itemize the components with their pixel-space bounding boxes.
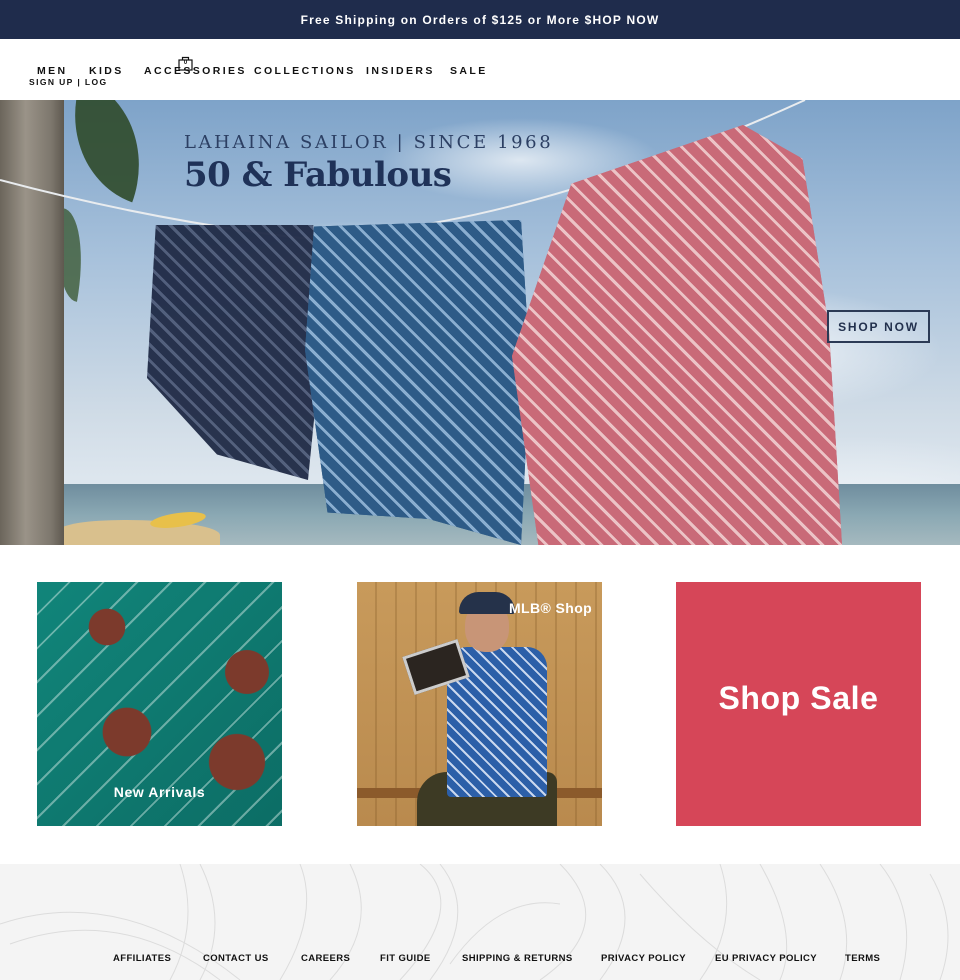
- hero-heading: 50 & Fabulous: [184, 155, 452, 195]
- model-image: [357, 592, 602, 826]
- footer-link-fit-guide[interactable]: FIT GUIDE: [380, 953, 431, 964]
- hero-title-block: LAHAINA SAILOR | SINCE 1968 50 & Fabulou…: [184, 132, 553, 195]
- site-footer: AFFILIATES CONTACT US CAREERS FIT GUIDE …: [0, 864, 960, 980]
- nav-item-collections[interactable]: COLLECTIONS: [254, 65, 356, 77]
- account-separator: |: [77, 77, 82, 87]
- tile-new-arrivals[interactable]: New Arrivals: [37, 582, 282, 826]
- tile-label: MLB® Shop: [509, 600, 593, 616]
- footer-link-privacy-policy[interactable]: PRIVACY POLICY: [601, 953, 686, 964]
- cart-count: 0: [183, 60, 188, 66]
- tile-shop-sale[interactable]: Shop Sale: [676, 582, 921, 826]
- hero-kicker: LAHAINA SAILOR | SINCE 1968: [184, 132, 554, 153]
- nav-item-men[interactable]: MEN: [37, 65, 68, 77]
- hero-shop-now-button[interactable]: SHOP NOW: [827, 310, 930, 343]
- site-header: SIGN UP | LOG IN MEN KIDS ACCESSORIES CO…: [0, 39, 960, 132]
- tile-mlb-shop[interactable]: MLB® Shop: [357, 582, 602, 826]
- nav-item-accessories[interactable]: ACCESSORIES: [144, 65, 247, 77]
- tile-label: Shop Sale: [718, 680, 879, 716]
- nav-item-insiders[interactable]: INSIDERS: [366, 65, 435, 77]
- footer-link-careers[interactable]: CAREERS: [301, 953, 350, 964]
- footer-link-affiliates[interactable]: AFFILIATES: [113, 953, 171, 964]
- cart-button[interactable]: 0: [178, 55, 193, 71]
- model-cap: [459, 592, 515, 614]
- announcement-text[interactable]: Free Shipping on Orders of $125 or More …: [301, 13, 660, 27]
- nav-item-kids[interactable]: KIDS: [89, 65, 124, 77]
- hero-banner[interactable]: LAHAINA SAILOR | SINCE 1968 50 & Fabulou…: [0, 100, 960, 545]
- footer-nav: AFFILIATES CONTACT US CAREERS FIT GUIDE …: [0, 953, 960, 967]
- blue-shirt-image: [305, 220, 530, 545]
- tile-label: New Arrivals: [113, 784, 206, 800]
- announcement-bar[interactable]: Free Shipping on Orders of $125 or More …: [0, 0, 960, 39]
- nav-item-sale[interactable]: SALE: [450, 65, 488, 77]
- footer-link-terms[interactable]: TERMS: [845, 953, 880, 964]
- footer-link-eu-privacy-policy[interactable]: EU PRIVACY POLICY: [715, 953, 817, 964]
- footer-link-shipping-returns[interactable]: SHIPPING & RETURNS: [462, 953, 573, 964]
- footer-link-contact-us[interactable]: CONTACT US: [203, 953, 269, 964]
- signup-link[interactable]: SIGN UP: [29, 77, 74, 87]
